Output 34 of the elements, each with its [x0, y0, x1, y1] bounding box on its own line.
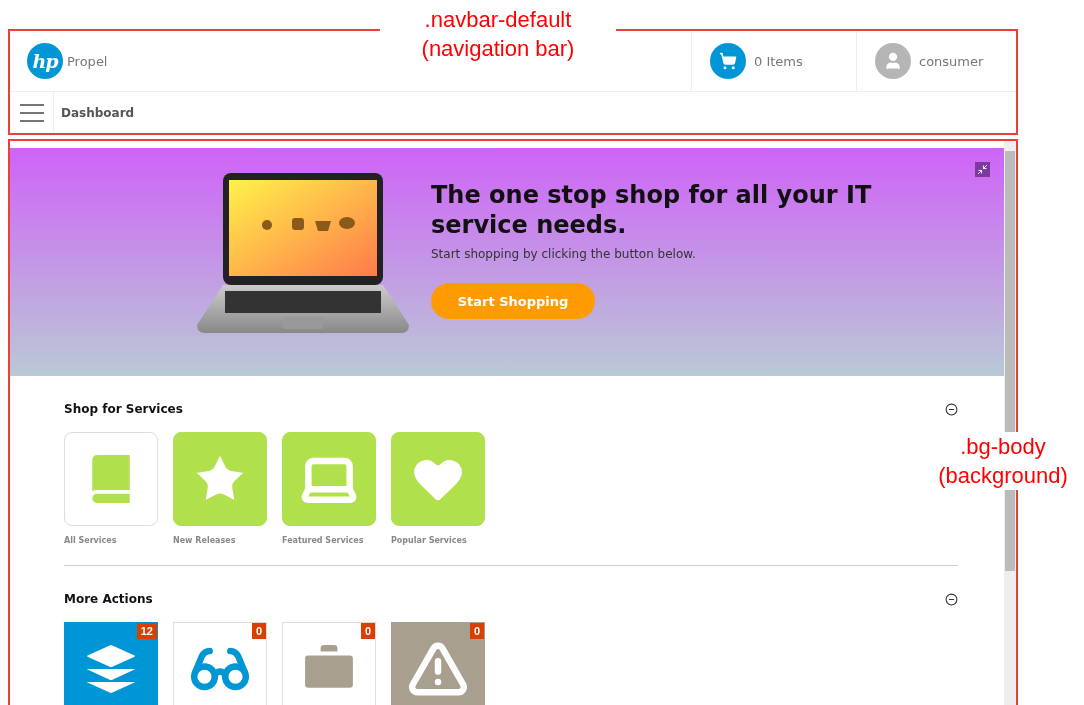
collapse-icon[interactable] [945, 592, 958, 606]
section-title: More Actions [64, 592, 153, 606]
count-badge: 0 [360, 623, 375, 639]
user-avatar[interactable] [875, 43, 911, 79]
section-title: Shop for Services [64, 402, 183, 416]
logo: hp [27, 43, 63, 79]
tile-button[interactable] [64, 432, 158, 526]
count-badge: 0 [251, 623, 266, 639]
count-badge: 0 [469, 623, 484, 639]
cart-count[interactable]: 0 Items [754, 53, 803, 69]
breadcrumb: Dashboard [60, 105, 135, 120]
annotation-label: (navigation bar) [420, 35, 576, 63]
annotation-label: .navbar-default [423, 6, 573, 34]
brand-name: Propel [67, 53, 108, 69]
annotation-label: .bg-body [959, 433, 1047, 461]
tile-label: Featured Services [282, 536, 365, 545]
hero-subtitle: Start shopping by clicking the button below. [431, 247, 697, 261]
collapse-icon[interactable] [945, 402, 958, 416]
tile-label: Popular Services [391, 536, 468, 545]
annotation-label: (background) [937, 462, 1069, 490]
collapse-icon[interactable] [975, 162, 990, 177]
tile-button[interactable]: 0 [173, 622, 267, 705]
tile-button[interactable]: 0 [282, 622, 376, 705]
user-name[interactable]: consumer [919, 53, 984, 69]
tile-button[interactable] [173, 432, 267, 526]
tile-label: All Services [64, 536, 118, 545]
tile-button[interactable]: 0 [391, 622, 485, 705]
tile-button[interactable]: 12 [64, 622, 158, 705]
hero-title: The one stop shop for all your IT service needs. [431, 180, 873, 240]
cart-icon[interactable] [710, 43, 746, 79]
count-badge: 12 [136, 623, 157, 639]
tile-button[interactable] [391, 432, 485, 526]
tile-button[interactable] [282, 432, 376, 526]
tile-label: New Releases [173, 536, 237, 545]
